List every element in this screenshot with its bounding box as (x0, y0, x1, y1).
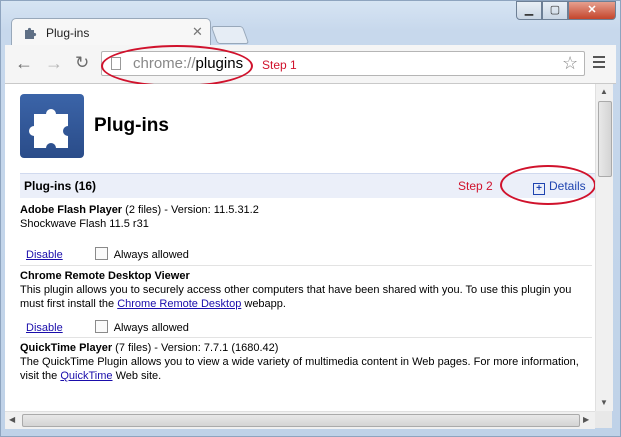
plugin-name: Adobe Flash Player (20, 204, 123, 216)
tab-plugins[interactable]: Plug-ins ✕ (11, 18, 211, 46)
puzzle-icon (25, 27, 37, 39)
plugins-logo (20, 94, 84, 158)
close-window-button[interactable]: ✕ (568, 1, 616, 20)
plugin-meta: (2 files) - Version: 11.5.31.2 (122, 204, 259, 216)
disable-link[interactable]: Disable (26, 249, 63, 261)
forward-button[interactable]: → (45, 53, 63, 74)
page-content: Plug-ins Plug-ins (16) Step 2 + Details A… (5, 84, 595, 411)
always-allowed-label: Always allowed (113, 322, 189, 334)
plugin-footer: Disable Always allowed (26, 247, 189, 261)
always-allowed-checkbox[interactable] (94, 320, 108, 333)
browser-window: Plug-ins ✕ ▁ ▢ ✕ ← → ↻ chrome://plugins … (0, 0, 621, 437)
scroll-right-icon[interactable]: ▶ (583, 415, 589, 424)
tab-close-icon[interactable]: ✕ (192, 24, 203, 40)
toolbar: ← → ↻ chrome://plugins ☆ (5, 45, 616, 84)
horizontal-scrollbar[interactable]: ◀ ▶ (5, 411, 595, 429)
step2-highlight (500, 165, 596, 205)
plugin-name: Chrome Remote Desktop Viewer (20, 270, 190, 282)
maximize-button[interactable]: ▢ (542, 1, 568, 20)
menu-icon[interactable] (593, 56, 605, 71)
reload-button[interactable]: ↻ (75, 53, 89, 73)
scroll-up-icon[interactable]: ▲ (600, 87, 608, 96)
always-allowed-label: Always allowed (113, 249, 189, 261)
plugin-description-end: webapp. (241, 298, 286, 310)
new-tab-button[interactable] (210, 26, 250, 44)
chrome-remote-desktop-link[interactable]: Chrome Remote Desktop (117, 298, 241, 310)
divider (20, 337, 592, 338)
back-button[interactable]: ← (15, 53, 33, 74)
vertical-scrollbar[interactable]: ▲ ▼ (595, 84, 613, 411)
horizontal-scroll-thumb[interactable] (22, 414, 580, 427)
scroll-left-icon[interactable]: ◀ (9, 415, 15, 424)
plugin-footer: Disable Always allowed (26, 320, 189, 334)
puzzle-icon (29, 109, 68, 148)
quicktime-link[interactable]: QuickTime (60, 370, 112, 382)
step1-highlight (101, 45, 253, 87)
tab-title: Plug-ins (46, 26, 90, 40)
plugin-item: Adobe Flash Player (2 files) - Version: … (20, 203, 592, 231)
step2-label: Step 2 (458, 179, 493, 193)
disable-link[interactable]: Disable (26, 322, 63, 334)
scrollbar-corner (595, 411, 612, 428)
plugin-name: QuickTime Player (20, 342, 113, 354)
plugin-description-end: Web site. (112, 370, 162, 382)
minimize-button[interactable]: ▁ (516, 1, 542, 20)
plugin-item: Chrome Remote Desktop Viewer This plugin… (20, 269, 592, 311)
vertical-scroll-thumb[interactable] (598, 101, 612, 177)
section-title: Plug-ins (16) (24, 179, 97, 193)
step1-label: Step 1 (262, 58, 297, 72)
divider (20, 265, 592, 266)
plugin-item: QuickTime Player (7 files) - Version: 7.… (20, 341, 592, 383)
always-allowed-checkbox[interactable] (94, 247, 108, 260)
plugin-meta: (7 files) - Version: 7.7.1 (1680.42) (112, 342, 279, 354)
scroll-down-icon[interactable]: ▼ (600, 398, 608, 407)
plugin-detail: Shockwave Flash 11.5 r31 (20, 218, 149, 230)
page-title: Plug-ins (94, 115, 169, 136)
star-icon[interactable]: ☆ (562, 53, 578, 74)
plugin-description: This plugin allows you to securely acces… (20, 284, 572, 310)
